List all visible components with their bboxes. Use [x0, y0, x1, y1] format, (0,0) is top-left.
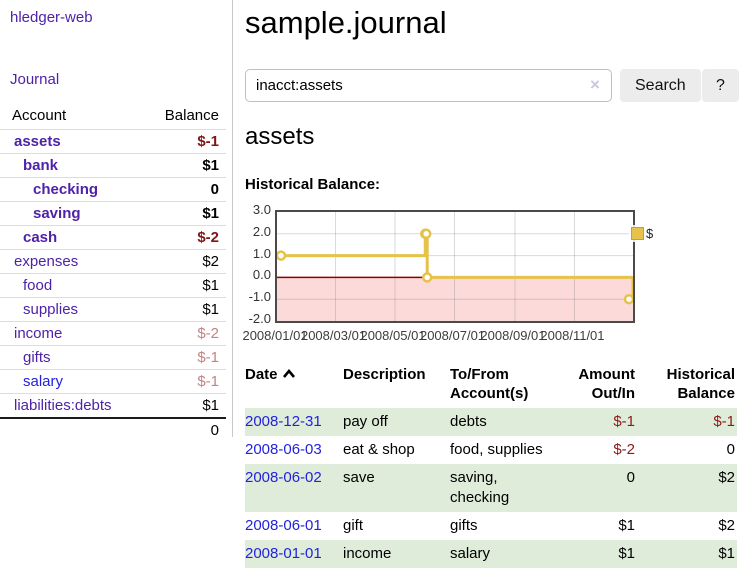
- register-row[interactable]: 2008-06-02 save saving, checking 0 $2: [245, 464, 737, 512]
- hledger-web-page: hledger-web Journal Account Balance asse…: [0, 0, 742, 582]
- transaction-accounts: food, supplies: [450, 436, 558, 464]
- transaction-date-link[interactable]: 2008-06-03: [245, 441, 322, 458]
- y-axis-tick-label: -2.0: [245, 311, 271, 326]
- chart-legend: $: [629, 225, 655, 242]
- account-balance: $-2: [146, 322, 226, 346]
- x-axis-tick-label: 2008/05/01: [360, 328, 425, 343]
- transaction-amount: $1: [558, 512, 643, 540]
- transaction-accounts: debts: [450, 408, 558, 436]
- transaction-balance: $-1: [643, 408, 737, 436]
- sidebar-account-checking[interactable]: checking: [33, 181, 98, 198]
- description-column-header: Description: [343, 362, 450, 408]
- sidebar-account-liabilities-debts[interactable]: liabilities:debts: [14, 397, 112, 414]
- app-title-link[interactable]: hledger-web: [10, 9, 93, 26]
- account-balance: 0: [146, 178, 226, 202]
- account-balance: $1: [146, 298, 226, 322]
- transaction-balance: $2: [643, 512, 737, 540]
- account-balance-table: Account Balance assets $-1 bank $1 check…: [0, 104, 226, 442]
- account-balance: $1: [146, 274, 226, 298]
- legend-swatch-icon: [631, 227, 644, 240]
- sidebar-account-expenses[interactable]: expenses: [14, 253, 78, 270]
- transaction-accounts: salary: [450, 540, 558, 568]
- sidebar-account-saving[interactable]: saving: [33, 205, 81, 222]
- sort-ascending-icon: [282, 365, 296, 384]
- chart-plot-area[interactable]: $: [275, 210, 635, 323]
- search-button[interactable]: Search: [620, 69, 701, 102]
- main-content: sample.journal × Search ? assets Histori…: [245, 0, 742, 41]
- sidebar: hledger-web Journal Account Balance asse…: [0, 0, 233, 437]
- account-balance: $-1: [146, 370, 226, 394]
- page-title: sample.journal: [245, 5, 742, 41]
- sidebar-account-supplies[interactable]: supplies: [23, 301, 78, 318]
- transaction-amount: 0: [558, 464, 643, 512]
- transaction-description: pay off: [343, 408, 450, 436]
- historical-balance-chart: $ 3.0 2.0 1.0 0.0 -1.0 -2.0 2008/01/012008/03…: [245, 202, 742, 352]
- transaction-amount: $1: [558, 540, 643, 568]
- accounts-total: 0: [146, 418, 226, 442]
- balance-column-header: Historical Balance: [643, 362, 737, 408]
- register-header-row: Date Description To/From Account(s) Amou…: [245, 362, 737, 408]
- transaction-date-link[interactable]: 2008-01-01: [245, 545, 322, 562]
- x-axis-tick-label: 2008/03/01: [301, 328, 366, 343]
- sidebar-account-food[interactable]: food: [23, 277, 52, 294]
- date-column-header[interactable]: Date: [245, 362, 343, 408]
- register-row[interactable]: 2008-06-03 eat & shop food, supplies $-2…: [245, 436, 737, 464]
- register-row[interactable]: 2008-01-01 income salary $1 $1: [245, 540, 737, 568]
- search-input[interactable]: [245, 69, 612, 102]
- chart-title: Historical Balance:: [245, 176, 380, 193]
- account-balance: $-1: [146, 346, 226, 370]
- account-heading: assets: [245, 123, 314, 151]
- transaction-description: save: [343, 464, 450, 512]
- x-axis-tick-label: 2008/01/01: [242, 328, 307, 343]
- register-table: Date Description To/From Account(s) Amou…: [245, 362, 737, 568]
- amount-column-header: Amount Out/In: [558, 362, 643, 408]
- transaction-description: eat & shop: [343, 436, 450, 464]
- transaction-date-link[interactable]: 2008-06-01: [245, 517, 322, 534]
- account-column-header: Account: [0, 104, 146, 130]
- transaction-balance: $2: [643, 464, 737, 512]
- sidebar-account-salary[interactable]: salary: [23, 373, 63, 390]
- transaction-balance: $1: [643, 540, 737, 568]
- transaction-accounts: saving, checking: [450, 464, 558, 512]
- account-balance: $2: [146, 250, 226, 274]
- account-balance: $1: [146, 154, 226, 178]
- register-row[interactable]: 2008-06-01 gift gifts $1 $2: [245, 512, 737, 540]
- y-axis-tick-label: 1.0: [245, 246, 271, 261]
- transaction-description: gift: [343, 512, 450, 540]
- sidebar-item-journal[interactable]: Journal: [10, 71, 59, 88]
- account-balance: $-1: [146, 130, 226, 154]
- transaction-date-link[interactable]: 2008-06-02: [245, 469, 322, 486]
- y-axis-tick-label: 0.0: [245, 267, 271, 282]
- sidebar-account-gifts[interactable]: gifts: [23, 349, 51, 366]
- legend-label: $: [646, 226, 653, 241]
- sidebar-account-income[interactable]: income: [14, 325, 62, 342]
- clear-search-icon[interactable]: ×: [590, 75, 600, 95]
- sidebar-account-bank[interactable]: bank: [23, 157, 58, 174]
- account-balance: $1: [146, 394, 226, 419]
- x-axis-tick-label: 2008/09/01: [480, 328, 545, 343]
- help-button[interactable]: ?: [702, 69, 739, 102]
- transaction-date-link[interactable]: 2008-12-31: [245, 413, 322, 430]
- account-balance: $1: [146, 202, 226, 226]
- sidebar-account-cash[interactable]: cash: [23, 229, 57, 246]
- transaction-amount: $-1: [558, 408, 643, 436]
- x-axis-tick-label: 2008/07/01: [420, 328, 485, 343]
- account-balance: $-2: [146, 226, 226, 250]
- transaction-description: income: [343, 540, 450, 568]
- accounts-column-header: To/From Account(s): [450, 362, 558, 408]
- x-axis-tick-label: 2008/11/01: [540, 328, 604, 343]
- balance-column-header: Balance: [146, 104, 226, 130]
- y-axis-tick-label: 3.0: [245, 202, 271, 217]
- search-form: × Search ?: [245, 69, 742, 103]
- y-axis-tick-label: 2.0: [245, 224, 271, 239]
- register-row[interactable]: 2008-12-31 pay off debts $-1 $-1: [245, 408, 737, 436]
- transaction-amount: $-2: [558, 436, 643, 464]
- y-axis-tick-label: -1.0: [245, 289, 271, 304]
- transaction-accounts: gifts: [450, 512, 558, 540]
- sidebar-account-assets[interactable]: assets: [14, 133, 61, 150]
- transaction-balance: 0: [643, 436, 737, 464]
